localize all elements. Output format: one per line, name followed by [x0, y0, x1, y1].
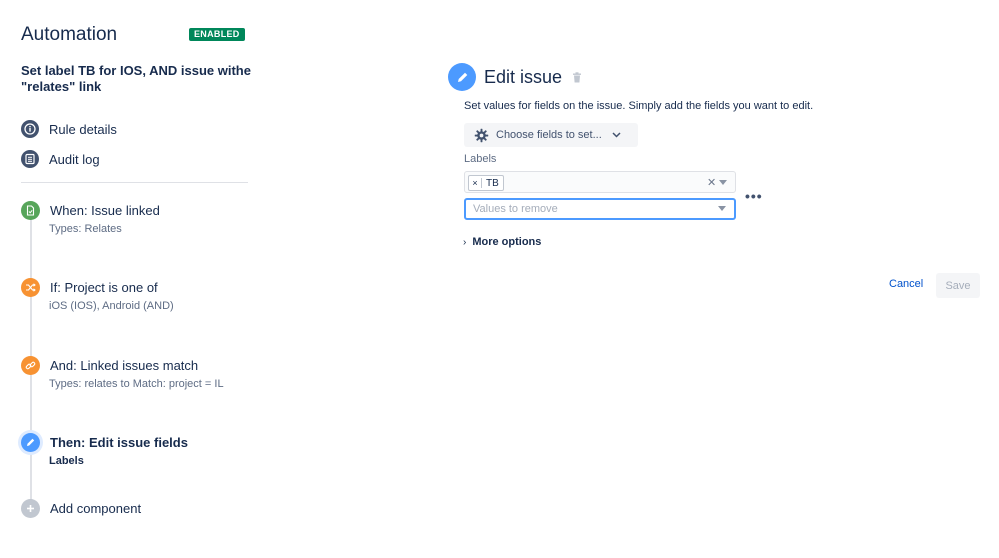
label-tag: × TB	[468, 175, 504, 191]
step-title: Then: Edit issue fields	[50, 435, 188, 450]
nav-audit-log[interactable]: Audit log	[21, 149, 100, 169]
status-badge: ENABLED	[189, 28, 245, 41]
plus-icon	[21, 499, 40, 518]
choose-fields-label: Choose fields to set...	[496, 129, 602, 141]
chevron-down-icon	[612, 132, 621, 138]
remove-tag-button[interactable]: ×	[469, 178, 482, 188]
step-title: If: Project is one of	[50, 280, 158, 295]
cancel-button[interactable]: Cancel	[889, 278, 923, 290]
step-title: And: Linked issues match	[50, 358, 199, 373]
trash-icon	[573, 71, 582, 82]
pencil-icon	[448, 63, 476, 91]
editor-header: Edit issue	[448, 62, 582, 92]
divider	[21, 182, 248, 183]
chevron-down-icon[interactable]	[718, 206, 726, 211]
list-icon	[21, 150, 39, 168]
labels-field-label: Labels	[464, 153, 497, 165]
clear-icon[interactable]: ✕	[707, 176, 716, 189]
editor-title: Edit issue	[484, 66, 563, 87]
step-subtitle: Types: Relates	[49, 223, 122, 235]
step-subtitle: iOS (IOS), Android (AND)	[49, 300, 174, 312]
chevron-down-icon[interactable]	[719, 180, 727, 185]
shuffle-icon	[21, 278, 40, 297]
delete-button[interactable]	[572, 71, 582, 83]
nav-label: Audit log	[49, 151, 100, 167]
document-icon	[21, 201, 40, 220]
labels-select[interactable]: × TB ✕	[464, 171, 736, 193]
gear-icon	[474, 128, 489, 143]
chevron-right-icon: ›	[463, 236, 467, 248]
info-icon	[21, 120, 39, 138]
more-options-label: More options	[472, 236, 542, 248]
values-to-remove-select[interactable]: Values to remove	[464, 198, 736, 220]
remove-placeholder: Values to remove	[473, 203, 558, 215]
step-subtitle: Types: relates to Match: project = IL	[49, 378, 224, 390]
tag-label: TB	[486, 177, 499, 189]
page-title: Automation	[21, 24, 118, 45]
nav-label: Rule details	[49, 121, 117, 137]
editor-description: Set values for fields on the issue. Simp…	[464, 100, 814, 112]
step-subtitle: Labels	[49, 455, 84, 467]
more-actions-icon[interactable]: •••	[745, 188, 763, 204]
rule-sidebar: Automation ENABLED Set label TB for IOS,…	[0, 0, 260, 558]
step-title: Add component	[50, 501, 142, 516]
nav-rule-details[interactable]: Rule details	[21, 119, 117, 139]
step-title: When: Issue linked	[50, 203, 160, 218]
choose-fields-button[interactable]: Choose fields to set...	[464, 123, 638, 147]
rule-name: Set label TB for IOS, AND issue withe "r…	[21, 63, 251, 94]
pencil-icon	[21, 433, 40, 452]
save-button[interactable]: Save	[936, 273, 980, 298]
more-options-toggle[interactable]: › More options	[463, 236, 541, 248]
link-icon	[21, 356, 40, 375]
